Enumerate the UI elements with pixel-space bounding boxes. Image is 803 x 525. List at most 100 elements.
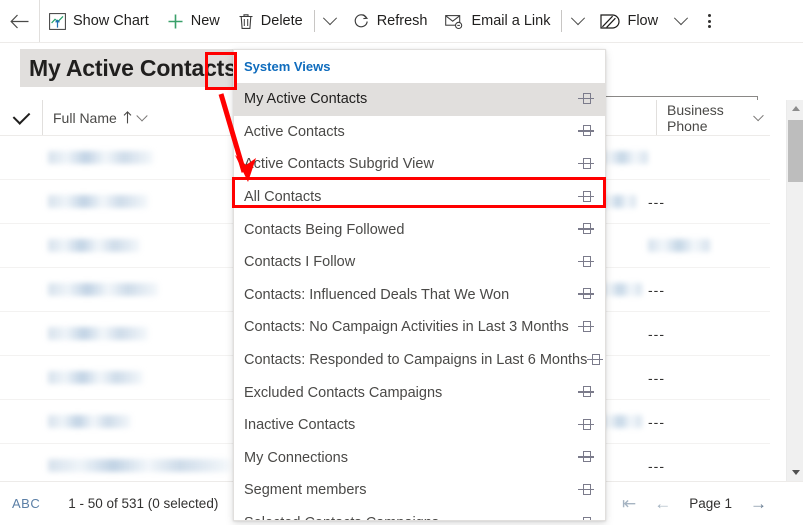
- pin-icon[interactable]: [578, 157, 595, 171]
- column-header-label: Full Name: [53, 109, 117, 126]
- chevron-down-icon[interactable]: [753, 110, 764, 121]
- cell-full-name: [48, 239, 140, 252]
- dropdown-item-label: Segment members: [244, 482, 367, 499]
- page-next-button[interactable]: →: [750, 495, 767, 512]
- pin-icon[interactable]: [578, 320, 595, 334]
- plus-icon: [168, 14, 183, 28]
- vertical-scrollbar[interactable]: [786, 100, 803, 481]
- email-a-link-button[interactable]: Email a Link: [436, 0, 559, 42]
- dropdown-item-contacts-being-followed[interactable]: Contacts Being Followed: [234, 213, 605, 246]
- dropdown-item-contacts-i-follow[interactable]: Contacts I Follow: [234, 246, 605, 279]
- back-button[interactable]: [0, 0, 40, 42]
- pin-icon[interactable]: [578, 288, 595, 301]
- column-header-business-phone[interactable]: Business Phone: [656, 100, 770, 135]
- overflow-dots-icon: [707, 14, 711, 28]
- cell-full-name: [48, 415, 131, 428]
- arrow-left-icon: [10, 14, 29, 28]
- show-chart-button[interactable]: Show Chart: [40, 0, 158, 42]
- refresh-label: Refresh: [376, 13, 428, 29]
- dropdown-item-inactive-contacts[interactable]: Inactive Contacts: [234, 409, 605, 442]
- page-first-button[interactable]: ⇤: [622, 495, 636, 512]
- pin-icon[interactable]: [578, 516, 595, 520]
- refresh-button[interactable]: Refresh: [344, 0, 437, 42]
- dropdown-item-label: Contacts: Influenced Deals That We Won: [244, 286, 510, 303]
- page-previous-button[interactable]: ←: [654, 495, 671, 512]
- pagination: ⇤ ← Page 1 →: [622, 495, 767, 512]
- more-commands-button[interactable]: [694, 0, 724, 42]
- delete-button[interactable]: Delete: [229, 0, 312, 42]
- dropdown-item-segment-members[interactable]: Segment members: [234, 474, 605, 507]
- cell-full-name: [48, 195, 148, 208]
- dropdown-item-contacts-no-campaign-activities-in-last-3-months[interactable]: Contacts: No Campaign Activities in Last…: [234, 311, 605, 344]
- checkmark-icon: [12, 107, 30, 125]
- select-all-checkbox[interactable]: [0, 100, 42, 135]
- delete-more-chevron[interactable]: [317, 0, 344, 42]
- email-link-icon: [445, 14, 463, 29]
- pin-icon[interactable]: [578, 223, 595, 236]
- pin-icon[interactable]: [578, 386, 595, 399]
- arrow-up-icon: [123, 111, 132, 124]
- flow-icon: [600, 13, 621, 29]
- dropdown-section-header: System Views: [244, 59, 331, 74]
- delete-label: Delete: [260, 13, 303, 29]
- chevron-down-icon: [673, 11, 688, 26]
- dropdown-item-label: All Contacts: [244, 189, 322, 206]
- triangle-up-icon: [791, 106, 800, 111]
- dropdown-item-active-contacts-subgrid-view[interactable]: Active Contacts Subgrid View: [234, 148, 605, 181]
- cell-business-phone: ---: [648, 281, 665, 298]
- dropdown-item-contacts-responded-to-campaigns-in-last-6-months[interactable]: Contacts: Responded to Campaigns in Last…: [234, 344, 605, 377]
- pin-icon[interactable]: [578, 125, 595, 138]
- refresh-icon: [354, 13, 368, 27]
- cell-full-name: [48, 283, 158, 296]
- email-a-link-label: Email a Link: [471, 13, 551, 29]
- trash-icon: [239, 13, 253, 29]
- cell-business-phone: ---: [648, 193, 665, 210]
- dropdown-item-contacts-influenced-deals-that-we-won[interactable]: Contacts: Influenced Deals That We Won: [234, 279, 605, 312]
- dropdown-item-label: My Connections: [244, 449, 348, 466]
- dropdown-item-my-active-contacts[interactable]: My Active Contacts: [234, 83, 605, 116]
- pin-icon[interactable]: [578, 418, 595, 432]
- dropdown-item-label: Active Contacts Subgrid View: [244, 156, 434, 173]
- dropdown-item-label: My Active Contacts: [244, 91, 368, 108]
- chevron-down-icon: [323, 11, 338, 26]
- triangle-down-icon: [791, 470, 800, 475]
- pin-icon[interactable]: [578, 190, 595, 204]
- command-bar: Show Chart New Delete Refresh Email a Li…: [0, 0, 803, 43]
- record-count-label: 1 - 50 of 531 (0 selected): [68, 496, 219, 511]
- cell-business-phone-redacted: [648, 239, 710, 252]
- alpha-index[interactable]: ABC: [12, 496, 40, 511]
- flow-more-chevron[interactable]: [667, 0, 694, 42]
- cell-business-phone: ---: [648, 325, 665, 342]
- chevron-down-icon: [570, 11, 586, 26]
- dropdown-item-label: Excluded Contacts Campaigns: [244, 384, 443, 401]
- column-header-label: Business Phone: [667, 101, 724, 134]
- dropdown-item-label: Contacts I Follow: [244, 254, 356, 271]
- dropdown-item-active-contacts[interactable]: Active Contacts: [234, 116, 605, 149]
- scroll-down-button[interactable]: [787, 464, 803, 481]
- cell-business-phone: ---: [648, 369, 665, 386]
- pin-icon[interactable]: [587, 353, 604, 367]
- dropdown-item-label: Inactive Contacts: [244, 417, 356, 434]
- show-chart-label: Show Chart: [73, 13, 149, 29]
- cell-business-phone: ---: [648, 457, 665, 474]
- flow-button[interactable]: Flow: [591, 0, 667, 42]
- cell-full-name: [48, 327, 148, 340]
- email-more-chevron[interactable]: [564, 0, 591, 42]
- cell-full-name: [48, 459, 230, 472]
- flow-label: Flow: [627, 13, 659, 29]
- scrollbar-thumb[interactable]: [788, 120, 803, 182]
- dropdown-item-all-contacts[interactable]: All Contacts: [234, 181, 605, 214]
- new-button[interactable]: New: [158, 0, 229, 42]
- pin-icon[interactable]: [578, 451, 595, 464]
- pin-icon[interactable]: [578, 483, 595, 497]
- pin-icon[interactable]: [578, 255, 595, 269]
- page-label: Page 1: [689, 496, 732, 511]
- cell-full-name: [48, 151, 153, 164]
- dropdown-item-excluded-contacts-campaigns[interactable]: Excluded Contacts Campaigns: [234, 376, 605, 409]
- view-selector-dropdown[interactable]: System Views My Active Contacts Active C…: [233, 49, 606, 521]
- scroll-up-button[interactable]: [787, 100, 803, 117]
- dropdown-item-my-connections[interactable]: My Connections: [234, 442, 605, 475]
- pin-icon[interactable]: [578, 92, 595, 106]
- dropdown-item-selected-contacts-campaigns[interactable]: Selected Contacts Campaigns: [234, 507, 605, 520]
- chevron-down-icon[interactable]: [136, 109, 148, 122]
